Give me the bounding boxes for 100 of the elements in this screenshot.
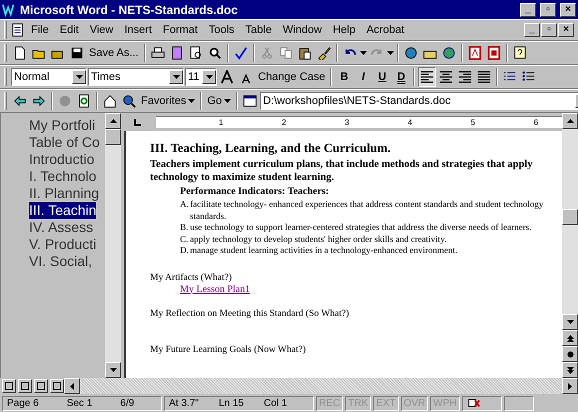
page-number: Page 6 — [7, 398, 39, 408]
house-icon — [103, 94, 117, 108]
close-button[interactable]: × — [560, 2, 576, 16]
normal-view-button[interactable] — [2, 379, 16, 393]
menu-item[interactable]: Edit — [54, 22, 84, 38]
browse-object-icon — [566, 350, 574, 358]
section-number: Sec 1 — [66, 398, 92, 408]
window-icon — [242, 94, 257, 108]
paintbrush-icon — [316, 46, 331, 60]
scroll-left-button[interactable] — [64, 378, 80, 394]
menu-item[interactable]: View — [84, 22, 118, 38]
menu-item[interactable]: Help — [328, 22, 360, 38]
line-number: Ln 15 — [218, 398, 244, 408]
document-map-item[interactable]: I. Technolo — [29, 168, 96, 185]
change-case-button[interactable]: Change Case — [256, 67, 328, 87]
menu-item[interactable]: Insert — [119, 22, 157, 38]
caret-icon — [224, 99, 231, 103]
next-page-icon — [566, 366, 574, 374]
document-map-item[interactable]: IV. Assess — [29, 219, 94, 236]
page-icon — [170, 46, 184, 60]
heading: III. Teaching, Learning, and the Curriculum. — [150, 141, 392, 156]
lines-icon — [420, 70, 434, 84]
outline-view-button[interactable] — [50, 379, 64, 393]
document-map-item[interactable]: Introductio — [29, 151, 94, 168]
menu-item[interactable]: Acrobat — [361, 22, 410, 38]
document-map-item[interactable]: VI. Social, — [29, 253, 92, 270]
lines-icon — [458, 70, 472, 84]
menu-item[interactable]: Format — [158, 22, 203, 38]
refresh-icon — [77, 94, 91, 108]
indicator-text: manage student learning activities in a technology-enhanced environment. — [190, 245, 458, 256]
printer-icon — [150, 46, 165, 60]
web-layout-button[interactable] — [18, 379, 32, 393]
address-field[interactable]: D:\workshopfiles\NETS-Standards.doc — [260, 92, 578, 110]
previous-page-icon — [566, 334, 574, 342]
save-as-button[interactable]: Save As... — [87, 43, 141, 63]
caret-icon — [188, 99, 196, 103]
indicator-text: apply technology to develop students' higher order skills and creativity. — [190, 234, 446, 245]
menu-item[interactable]: Window — [278, 22, 327, 38]
document-map-item[interactable]: V. Producti — [29, 236, 96, 253]
list-letter: D. — [180, 245, 190, 256]
lines-icon — [439, 70, 454, 84]
document-map-item[interactable]: Table of Co — [29, 134, 100, 151]
scroll-thumb[interactable] — [105, 129, 121, 145]
restore-button[interactable]: ▫ — [540, 2, 556, 16]
help-icon — [512, 46, 527, 60]
clipboard-icon — [298, 46, 312, 60]
document-map-item[interactable]: II. Planning — [29, 185, 100, 202]
style-dropdown[interactable]: Normal — [11, 68, 87, 86]
reflection-label: My Reflection on Meeting this Standard (So What?) — [150, 308, 350, 318]
word-logo-icon — [2, 2, 16, 16]
artifacts-label: My Artifacts (What?) — [150, 272, 233, 282]
goals-label: My Future Learning Goals (Now What?) — [150, 344, 307, 354]
caret-icon — [386, 51, 394, 55]
document-map-item[interactable]: My Portfoli — [29, 117, 96, 134]
up-arrow-icon — [566, 119, 574, 123]
up-arrow-icon — [110, 119, 116, 123]
search-icon — [122, 94, 136, 108]
font-size-dropdown[interactable]: 11 — [185, 68, 217, 86]
new-document-icon — [13, 46, 27, 60]
lesson-plan-link[interactable]: My Lesson Plan1 — [180, 284, 250, 294]
bullet-list-icon — [522, 70, 536, 84]
double-underline-button[interactable]: D — [392, 67, 410, 87]
left-arrow-icon — [70, 382, 74, 390]
book-error-icon — [466, 396, 481, 410]
go-button[interactable]: Go — [205, 91, 233, 111]
right-arrow-icon — [568, 382, 572, 390]
page-count: 6/9 — [120, 398, 134, 408]
document-map-item[interactable]: III. Teachin — [29, 202, 96, 219]
down-arrow-icon — [566, 320, 574, 324]
caret-icon — [76, 75, 82, 79]
list-letter: A. — [180, 199, 190, 211]
indicators-title: Performance Indicators: Teachers: — [180, 186, 330, 197]
spelling-check-icon — [234, 46, 248, 60]
italic-button[interactable]: I — [354, 67, 372, 87]
menu-item[interactable]: Tools — [204, 22, 240, 38]
down-arrow-icon — [110, 368, 116, 372]
column-number: Col 1 — [264, 398, 288, 408]
scroll-right-button[interactable] — [562, 378, 578, 394]
scroll-thumb[interactable] — [562, 209, 578, 225]
restore-button[interactable]: ▫ — [541, 23, 557, 37]
favorites-button[interactable]: Favorites — [139, 91, 198, 111]
bold-button[interactable]: B — [335, 67, 354, 87]
font-dropdown[interactable]: Times — [88, 68, 184, 86]
status-panel — [504, 396, 534, 410]
minimize-button[interactable]: _ — [520, 2, 536, 16]
list-letter: B. — [180, 222, 190, 234]
menu-item[interactable]: Table — [240, 22, 277, 38]
ruler-number: 6 — [532, 118, 540, 127]
pdf-document-icon — [486, 46, 501, 60]
indicator-text: use technology to support learner-centered strategies that address the diverse needs of learners. — [190, 222, 532, 234]
back-arrow-icon — [13, 94, 27, 108]
document-icon — [11, 23, 25, 37]
minimize-button[interactable]: _ — [524, 23, 540, 37]
close-button[interactable]: × — [558, 23, 574, 37]
align-left-button[interactable] — [418, 67, 436, 87]
underline-button[interactable]: U — [373, 67, 392, 87]
menu-item[interactable]: File — [26, 22, 54, 38]
print-layout-button[interactable] — [34, 379, 48, 393]
large-a-icon — [220, 70, 234, 84]
scissors-icon — [260, 46, 274, 60]
